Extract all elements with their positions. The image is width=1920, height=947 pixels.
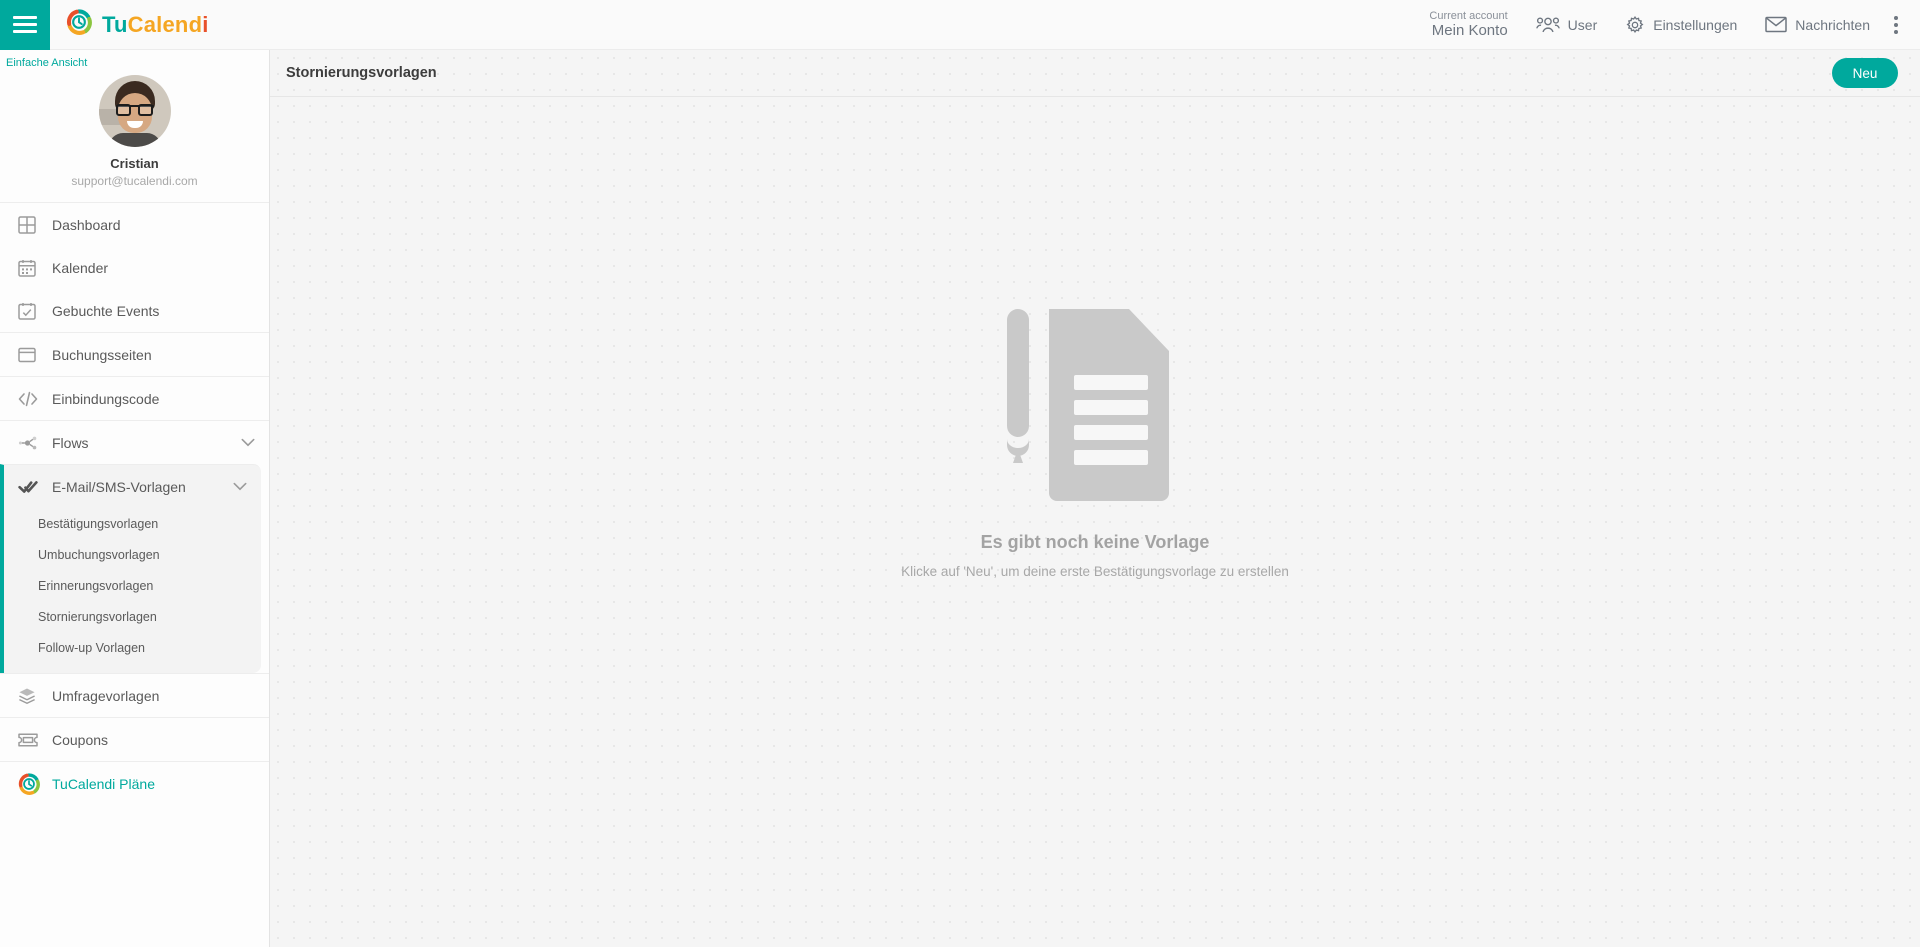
sidebar-profile: Cristian support@tucalendi.com (0, 69, 269, 202)
sidebar-subitem-umbuchungsvorlagen[interactable]: Umbuchungsvorlagen (4, 539, 261, 570)
document-pen-icon (993, 307, 1198, 507)
nav-settings-label: Einstellungen (1653, 16, 1738, 33)
empty-state: Es gibt noch keine Vorlage Klicke auf 'N… (270, 97, 1920, 947)
hamburger-icon-line (13, 30, 37, 33)
top-bar-right-group: Current account Mein Konto User Einstell… (1415, 0, 1920, 50)
brand-title: TuCalendi (102, 12, 209, 38)
hamburger-icon-line (13, 23, 37, 26)
sidebar-item-label: Coupons (52, 731, 109, 748)
sidebar-item-label: Buchungsseiten (52, 346, 152, 363)
double-check-icon (18, 479, 52, 495)
sidebar-item-umfragevorlagen[interactable]: Umfragevorlagen (0, 674, 269, 717)
sidebar-item-einbindungscode[interactable]: Einbindungscode (0, 377, 269, 420)
hamburger-menu-button[interactable] (0, 0, 50, 50)
chevron-down-icon[interactable] (233, 482, 247, 491)
envelope-icon (1765, 16, 1788, 33)
sidebar-subitem-label: Erinnerungsvorlagen (38, 578, 154, 593)
more-options-button[interactable] (1884, 15, 1912, 34)
sidebar-subitem-bestaetigungsvorlagen[interactable]: Bestätigungsvorlagen (4, 508, 261, 539)
current-account-switcher[interactable]: Current account Mein Konto (1415, 10, 1521, 40)
nav-messages[interactable]: Nachrichten (1751, 0, 1884, 50)
top-bar: TuCalendi Current account Mein Konto Use… (0, 0, 1920, 50)
ticket-icon (18, 732, 52, 747)
new-template-button[interactable]: Neu (1832, 58, 1898, 88)
current-account-value: Mein Konto (1431, 22, 1508, 40)
calendar-icon (18, 259, 52, 277)
empty-state-title: Es gibt noch keine Vorlage (980, 532, 1210, 552)
sidebar-item-email-sms-vorlagen[interactable]: E-Mail/SMS-Vorlagen (4, 465, 261, 508)
sidebar-group: Einbindungscode (0, 376, 269, 420)
window-icon (18, 347, 52, 363)
sidebar-item-label: Dashboard (52, 216, 121, 233)
avatar-shirt (108, 133, 161, 147)
nav-messages-label: Nachrichten (1795, 16, 1870, 33)
sidebar-item-kalender[interactable]: Kalender (0, 246, 269, 289)
current-account-label: Current account (1429, 9, 1508, 22)
brand-logo[interactable]: TuCalendi (66, 9, 209, 40)
chevron-down-icon[interactable] (241, 438, 255, 447)
sidebar-item-tucalendi-plaene[interactable]: TuCalendi Pläne (0, 762, 269, 805)
calendar-check-icon (18, 302, 52, 320)
sidebar-subitem-label: Bestätigungsvorlagen (38, 516, 159, 531)
sidebar-section-email-sms-vorlagen: E-Mail/SMS-Vorlagen Bestätigungsvorlagen… (0, 464, 261, 673)
profile-name: Cristian (110, 156, 159, 171)
sidebar-item-buchungsseiten[interactable]: Buchungsseiten (0, 333, 269, 376)
profile-email: support@tucalendi.com (71, 174, 198, 188)
sidebar-group: Umfragevorlagen (0, 673, 269, 717)
flow-icon (18, 435, 52, 451)
tucalendi-logo-icon (66, 9, 92, 40)
brand-title-part2: Calend (127, 11, 203, 37)
sidebar-item-gebuchte-events[interactable]: Gebuchte Events (0, 289, 269, 332)
sidebar-subitem-label: Follow-up Vorlagen (38, 640, 146, 655)
dashboard-icon (18, 215, 52, 234)
sidebar-subitem-stornierungsvorlagen[interactable]: Stornierungsvorlagen (4, 601, 261, 632)
sidebar-group: Coupons (0, 717, 269, 761)
hamburger-icon-line (13, 16, 37, 19)
kebab-dot (1894, 22, 1898, 27)
simple-view-toggle[interactable]: Einfache Ansicht (0, 50, 269, 69)
sidebar-group: Flows (0, 420, 269, 464)
sidebar-item-label: Einbindungscode (52, 390, 160, 407)
sidebar-group: Dashboard Kalender Gebuchte Events (0, 202, 269, 332)
empty-state-subtitle: Klicke auf 'Neu', um deine erste Bestäti… (901, 564, 1289, 579)
sidebar-item-flows[interactable]: Flows (0, 421, 269, 464)
brand-title-part3: i (202, 11, 209, 37)
brand-title-part1: Tu (102, 11, 128, 37)
layers-icon (18, 687, 52, 705)
sidebar-item-label: TuCalendi Pläne (52, 775, 155, 792)
sidebar-item-label: E-Mail/SMS-Vorlagen (52, 478, 186, 495)
kebab-dot (1894, 29, 1898, 34)
sidebar: Einfache Ansicht Cristian support@tucale… (0, 50, 270, 947)
sidebar-group: Buchungsseiten (0, 332, 269, 376)
sidebar-subitem-follow-up-vorlagen[interactable]: Follow-up Vorlagen (4, 632, 261, 663)
page-header: Stornierungsvorlagen Neu (270, 50, 1920, 97)
sidebar-item-label: Gebuchte Events (52, 302, 160, 319)
main-content: Stornierungsvorlagen Neu Es gibt noch ke… (270, 50, 1920, 947)
sidebar-submenu: Bestätigungsvorlagen Umbuchungsvorlagen … (4, 508, 261, 673)
code-icon (18, 391, 52, 407)
sidebar-item-label: Umfragevorlagen (52, 687, 160, 704)
nav-settings[interactable]: Einstellungen (1611, 0, 1751, 50)
sidebar-item-dashboard[interactable]: Dashboard (0, 203, 269, 246)
kebab-dot (1894, 15, 1898, 20)
avatar[interactable] (98, 75, 171, 147)
gear-icon (1625, 15, 1645, 35)
sidebar-item-label: Flows (52, 434, 89, 451)
sidebar-subitem-label: Stornierungsvorlagen (38, 609, 157, 624)
users-icon (1535, 16, 1560, 34)
nav-user-label: User (1567, 16, 1598, 33)
nav-user[interactable]: User (1522, 0, 1612, 50)
sidebar-group: TuCalendi Pläne (0, 761, 269, 805)
sidebar-menu: Dashboard Kalender Gebuchte Events Buchu… (0, 202, 269, 805)
page-title: Stornierungsvorlagen (286, 65, 437, 81)
sidebar-item-label: Kalender (52, 259, 109, 276)
tucalendi-logo-icon (18, 772, 52, 795)
sidebar-subitem-erinnerungsvorlagen[interactable]: Erinnerungsvorlagen (4, 570, 261, 601)
sidebar-subitem-label: Umbuchungsvorlagen (38, 547, 160, 562)
sidebar-item-coupons[interactable]: Coupons (0, 718, 269, 761)
avatar-glasses-left (115, 104, 131, 116)
avatar-glasses-right (137, 104, 153, 116)
